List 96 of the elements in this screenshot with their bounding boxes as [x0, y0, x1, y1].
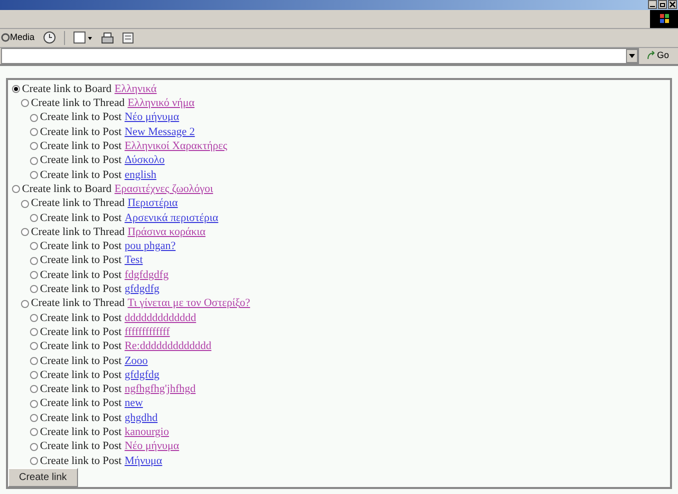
radio-button[interactable]	[21, 228, 29, 236]
link-label: Create link to Post	[40, 253, 122, 268]
radio-button[interactable]	[30, 385, 38, 394]
radio-button[interactable]	[30, 128, 38, 136]
thread-link[interactable]: Τι γίνεται με τον Οστερίξο?	[128, 295, 250, 312]
radio-button[interactable]	[30, 356, 38, 365]
link-label: Create link to Post	[40, 425, 122, 440]
radio-button[interactable]	[30, 170, 38, 179]
restore-icon[interactable]	[658, 0, 667, 9]
thread-link[interactable]: Περιστέρια	[128, 195, 178, 212]
radio-button[interactable]	[30, 371, 38, 380]
radio-button[interactable]	[12, 185, 20, 194]
thread-link[interactable]: Πράσινα κοράκια	[128, 224, 206, 240]
create-link-button[interactable]: Create link	[8, 468, 78, 487]
link-label: Create link to Board	[22, 182, 112, 197]
radio-button[interactable]	[30, 342, 38, 350]
media-button[interactable]: Media	[10, 30, 35, 44]
post-link[interactable]: Ελληνικοί Χαρακτήρες	[124, 138, 228, 155]
link-label: Create link to Post	[40, 210, 122, 226]
link-label: Create link to Board	[22, 82, 112, 97]
media-icon[interactable]	[1, 33, 10, 42]
radio-button[interactable]	[30, 156, 38, 165]
print-icon[interactable]	[100, 32, 114, 44]
post-link[interactable]: kanourgio	[124, 424, 169, 441]
post-link[interactable]: gfdgdfg	[124, 281, 160, 298]
radio-button[interactable]	[21, 99, 29, 108]
link-label: Create link to Post	[40, 282, 122, 298]
post-link[interactable]: Zooo	[124, 352, 148, 370]
link-label: Create link to Post	[40, 396, 122, 412]
link-label: Create link to Post	[40, 310, 122, 326]
minimize-icon[interactable]	[648, 0, 657, 9]
close-icon[interactable]	[668, 0, 677, 9]
radio-button[interactable]	[21, 300, 29, 308]
link-label: Create link to Post	[40, 324, 122, 340]
go-arrow-icon	[646, 51, 656, 60]
radio-button[interactable]	[30, 328, 38, 336]
board-link[interactable]: Ερασιτέχνες ζωολόγοι	[114, 180, 214, 198]
link-label: Create link to Post	[40, 382, 122, 398]
caret-icon	[628, 54, 635, 58]
post-link[interactable]: Νέο μήνυμα	[124, 109, 180, 126]
radio-button[interactable]	[12, 85, 20, 94]
radio-button[interactable]	[30, 428, 38, 436]
radio-button[interactable]	[30, 285, 38, 294]
radio-button[interactable]	[30, 242, 38, 250]
edit-icon[interactable]	[122, 32, 134, 44]
radio-button[interactable]	[21, 200, 29, 208]
radio-button[interactable]	[30, 456, 38, 465]
post-link[interactable]: new	[124, 395, 143, 412]
post-link[interactable]: Αρσενικά περιστέρια	[124, 210, 218, 226]
radio-button[interactable]	[30, 314, 38, 322]
link-label: Create link to Thread	[31, 96, 125, 112]
link-label: Create link to Post	[40, 454, 122, 469]
thread-link[interactable]: Ελληνικό νήμα	[128, 95, 194, 112]
link-label: Create link to Post	[40, 168, 122, 183]
post-link[interactable]: pou phgan?	[124, 238, 176, 255]
link-label: Create link to Post	[40, 139, 122, 154]
post-link[interactable]: ghgdhd	[124, 410, 158, 426]
radio-button[interactable]	[30, 442, 38, 451]
radio-button[interactable]	[30, 214, 38, 222]
post-link[interactable]: Re:ddddddddddddd	[124, 338, 212, 355]
link-label: Create link to Post	[40, 368, 122, 383]
post-link[interactable]: ddddddddddddd	[124, 310, 196, 326]
link-label: Create link to Post	[40, 410, 122, 426]
post-link[interactable]: fdgfdgdfg	[124, 266, 169, 284]
post-link[interactable]: Test	[124, 252, 143, 269]
windows-logo-icon	[650, 10, 678, 28]
radio-button[interactable]	[30, 142, 38, 150]
post-link[interactable]: Δύσκολο	[124, 152, 165, 169]
radio-button[interactable]	[30, 114, 38, 122]
post-link[interactable]: gfdgfdg	[124, 366, 160, 384]
link-label: Create link to Post	[40, 153, 122, 168]
link-label: Create link to Post	[40, 354, 122, 369]
link-label: Create link to Post	[40, 110, 122, 126]
post-link[interactable]: fffffffffffff	[124, 324, 170, 340]
radio-button[interactable]	[30, 270, 38, 279]
post-link[interactable]: ngfhgfhg'jhfhgd	[124, 381, 196, 398]
dropdown-button[interactable]	[626, 48, 638, 63]
history-icon[interactable]	[42, 31, 56, 44]
post-link[interactable]: Μήνυμα	[124, 452, 162, 470]
radio-button[interactable]	[30, 256, 38, 265]
link-label: Create link to Thread	[31, 296, 125, 312]
post-link[interactable]: english	[124, 166, 156, 184]
post-link[interactable]: New Message 2	[124, 124, 195, 140]
link-label: Create link to Post	[40, 439, 122, 454]
radio-button[interactable]	[30, 414, 38, 422]
go-button[interactable]: Go	[646, 49, 677, 63]
address-field[interactable]	[1, 48, 639, 64]
link-label: Create link to Post	[40, 239, 122, 254]
link-label: Create link to Post	[40, 268, 122, 283]
radio-button[interactable]	[30, 400, 38, 408]
board-link[interactable]: Ελληνικά	[114, 80, 157, 98]
link-label: Create link to Post	[40, 124, 122, 140]
link-label: Create link to Thread	[31, 196, 125, 212]
link-label: Create link to Thread	[31, 224, 125, 240]
post-link[interactable]: Νέο μήνυμα	[124, 438, 180, 455]
link-label: Create link to Post	[40, 339, 122, 354]
